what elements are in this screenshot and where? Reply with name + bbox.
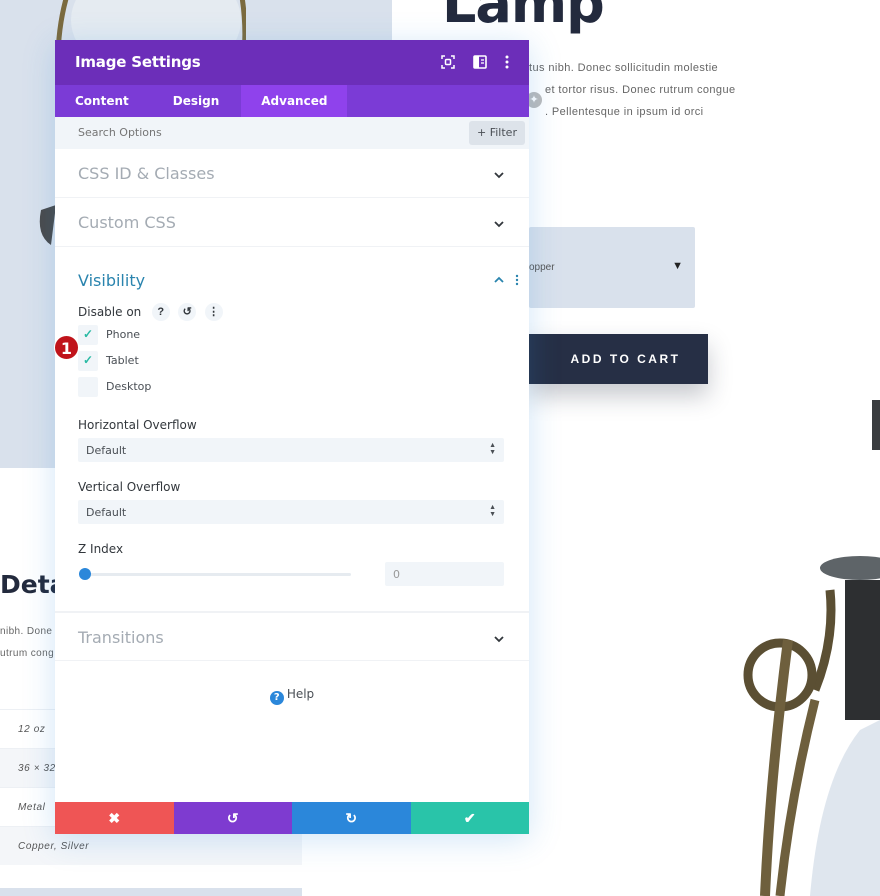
page: Lamp tus nibh. Donec sollicitudin molest… bbox=[0, 0, 880, 896]
help-link[interactable]: ? Help bbox=[55, 687, 529, 705]
close-icon: ✖ bbox=[108, 810, 121, 826]
search-options-input[interactable] bbox=[78, 126, 378, 139]
reset-icon[interactable]: ↺ bbox=[178, 303, 197, 321]
lamp-image-right bbox=[743, 400, 880, 896]
section-title: Transitions bbox=[78, 628, 164, 647]
section-transitions[interactable]: Transitions bbox=[55, 612, 529, 661]
undo-icon: ↺ bbox=[226, 810, 239, 826]
tab-design[interactable]: Design bbox=[149, 85, 242, 117]
select-arrows-icon: ▲ ▼ bbox=[489, 504, 496, 518]
section-title[interactable]: Visibility bbox=[78, 247, 506, 290]
cancel-button[interactable]: ✖ bbox=[55, 802, 174, 834]
help-label: Help bbox=[286, 687, 315, 701]
horizontal-overflow-select[interactable]: Default ▲ ▼ bbox=[78, 438, 504, 462]
modal-header: Image Settings bbox=[55, 40, 529, 85]
section-title: Custom CSS bbox=[78, 213, 176, 232]
modal-footer: ✖ ↺ ↻ ✔ bbox=[55, 802, 529, 834]
vertical-overflow-select[interactable]: Default ▲ ▼ bbox=[78, 500, 504, 524]
product-description-line: . Pellentesque in ipsum id orci bbox=[545, 106, 704, 118]
chevron-down-icon[interactable] bbox=[493, 218, 505, 230]
section-more-icon[interactable] bbox=[513, 274, 521, 286]
details-line: nibh. Done bbox=[0, 626, 53, 637]
desktop-checkbox[interactable] bbox=[78, 377, 98, 397]
annotation-badge: 1 bbox=[54, 335, 79, 360]
horizontal-overflow-label: Horizontal Overflow bbox=[78, 418, 197, 432]
z-index-slider[interactable] bbox=[79, 568, 351, 580]
chevron-up-icon[interactable] bbox=[493, 274, 505, 286]
slider-handle[interactable] bbox=[79, 568, 91, 580]
help-question-icon[interactable]: ? bbox=[151, 303, 170, 321]
z-index-label: Z Index bbox=[78, 542, 124, 556]
section-custom-css[interactable]: Custom CSS bbox=[55, 198, 529, 247]
split-view-icon[interactable] bbox=[472, 54, 488, 70]
redo-button[interactable]: ↻ bbox=[292, 802, 411, 834]
details-line: utrum cong bbox=[0, 648, 55, 659]
select-arrows-icon: ▲ ▼ bbox=[489, 442, 496, 456]
tab-bar: Content Design Advanced bbox=[55, 85, 529, 117]
product-title: Lamp bbox=[442, 0, 605, 35]
tab-advanced[interactable]: Advanced bbox=[241, 85, 348, 117]
bottom-bar bbox=[0, 888, 302, 896]
options-dots-icon[interactable]: ⋮ bbox=[204, 303, 223, 321]
select-value: Default bbox=[86, 444, 127, 457]
tab-content[interactable]: Content bbox=[55, 85, 149, 117]
more-options-icon[interactable] bbox=[499, 54, 515, 70]
expand-icon[interactable] bbox=[440, 54, 456, 70]
variant-select[interactable]: opper ▼ bbox=[529, 227, 695, 308]
search-row: + Filter bbox=[55, 117, 529, 149]
checkbox-label: Phone bbox=[106, 328, 141, 341]
chevron-down-icon[interactable] bbox=[493, 169, 505, 181]
variant-select-value: opper bbox=[529, 262, 555, 273]
product-description-line: et tortor risus. Donec rutrum congue bbox=[545, 84, 736, 96]
section-css-id-classes[interactable]: CSS ID & Classes bbox=[55, 149, 529, 198]
caret-down-icon: ▼ bbox=[672, 260, 683, 272]
modal-title: Image Settings bbox=[75, 53, 201, 71]
tablet-checkbox[interactable]: ✓ bbox=[78, 351, 98, 371]
chevron-down-icon[interactable] bbox=[493, 633, 505, 645]
vertical-overflow-label: Vertical Overflow bbox=[78, 480, 181, 494]
section-title: CSS ID & Classes bbox=[78, 164, 215, 183]
save-button[interactable]: ✔ bbox=[410, 802, 529, 834]
check-icon: ✔ bbox=[463, 810, 476, 826]
checkbox-label: Tablet bbox=[106, 354, 139, 367]
redo-icon: ↻ bbox=[345, 810, 358, 826]
select-value: Default bbox=[86, 506, 127, 519]
image-settings-modal: Image Settings Content Design Advanced +… bbox=[55, 40, 529, 834]
z-index-input[interactable] bbox=[385, 562, 504, 586]
checkbox-label: Desktop bbox=[106, 380, 152, 393]
help-icon: ? bbox=[269, 691, 284, 705]
filter-button[interactable]: + Filter bbox=[469, 121, 525, 145]
disable-on-row: Disable on ? ↺ ⋮ bbox=[78, 303, 223, 321]
undo-button[interactable]: ↺ bbox=[173, 802, 292, 834]
phone-checkbox[interactable]: ✓ bbox=[78, 325, 98, 345]
disable-on-label: Disable on bbox=[78, 305, 142, 320]
add-to-cart-button[interactable]: ADD TO CART bbox=[529, 334, 708, 384]
product-description-line: tus nibh. Donec sollicitudin molestie bbox=[529, 62, 719, 74]
